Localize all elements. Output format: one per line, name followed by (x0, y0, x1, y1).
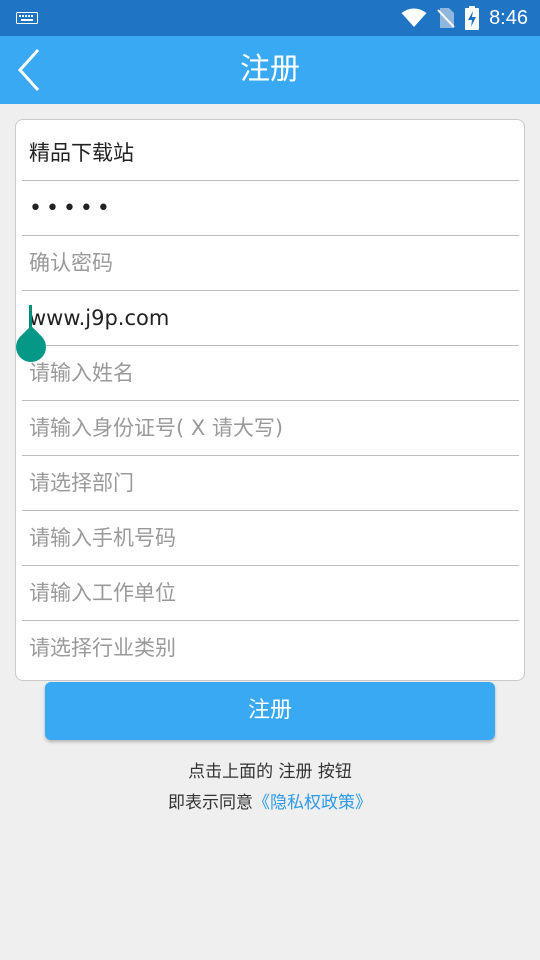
page-title: 注册 (240, 52, 300, 87)
keyboard-icon (16, 12, 38, 24)
email-input[interactable]: www.j9p.com (22, 291, 519, 346)
register-form-card: 精品下载站 ••••• 确认密码 www.j9p.com 请输入姓名 请输入身份… (9, 119, 525, 681)
no-sim-icon (437, 8, 455, 28)
status-bar: 8:46 (0, 0, 540, 36)
password-value: ••••• (29, 196, 114, 221)
phone-input[interactable]: 请输入手机号码 (22, 511, 519, 566)
confirm-password-input[interactable]: 确认密码 (22, 236, 519, 291)
register-button[interactable]: 注册 (45, 682, 495, 740)
privacy-policy-link[interactable]: 《隐私权政策》 (253, 793, 372, 813)
agreement-prefix: 即表示同意 (168, 793, 253, 813)
title-bar: 注册 (0, 36, 540, 104)
wifi-icon (401, 8, 427, 27)
industry-select[interactable]: 请选择行业类别 (22, 621, 519, 676)
password-input[interactable]: ••••• (22, 181, 519, 236)
battery-charging-icon (465, 6, 480, 30)
agreement-line-1: 点击上面的 注册 按钮 (188, 762, 352, 782)
username-input[interactable]: 精品下载站 (22, 126, 519, 181)
employer-input[interactable]: 请输入工作单位 (22, 566, 519, 621)
status-time: 8:46 (489, 6, 528, 29)
name-input[interactable]: 请输入姓名 (22, 346, 519, 401)
agreement-line-2: 即表示同意《隐私权政策》 (0, 788, 540, 813)
id-number-input[interactable]: 请输入身份证号( X 请大写) (22, 401, 519, 456)
department-select[interactable]: 请选择部门 (22, 456, 519, 511)
